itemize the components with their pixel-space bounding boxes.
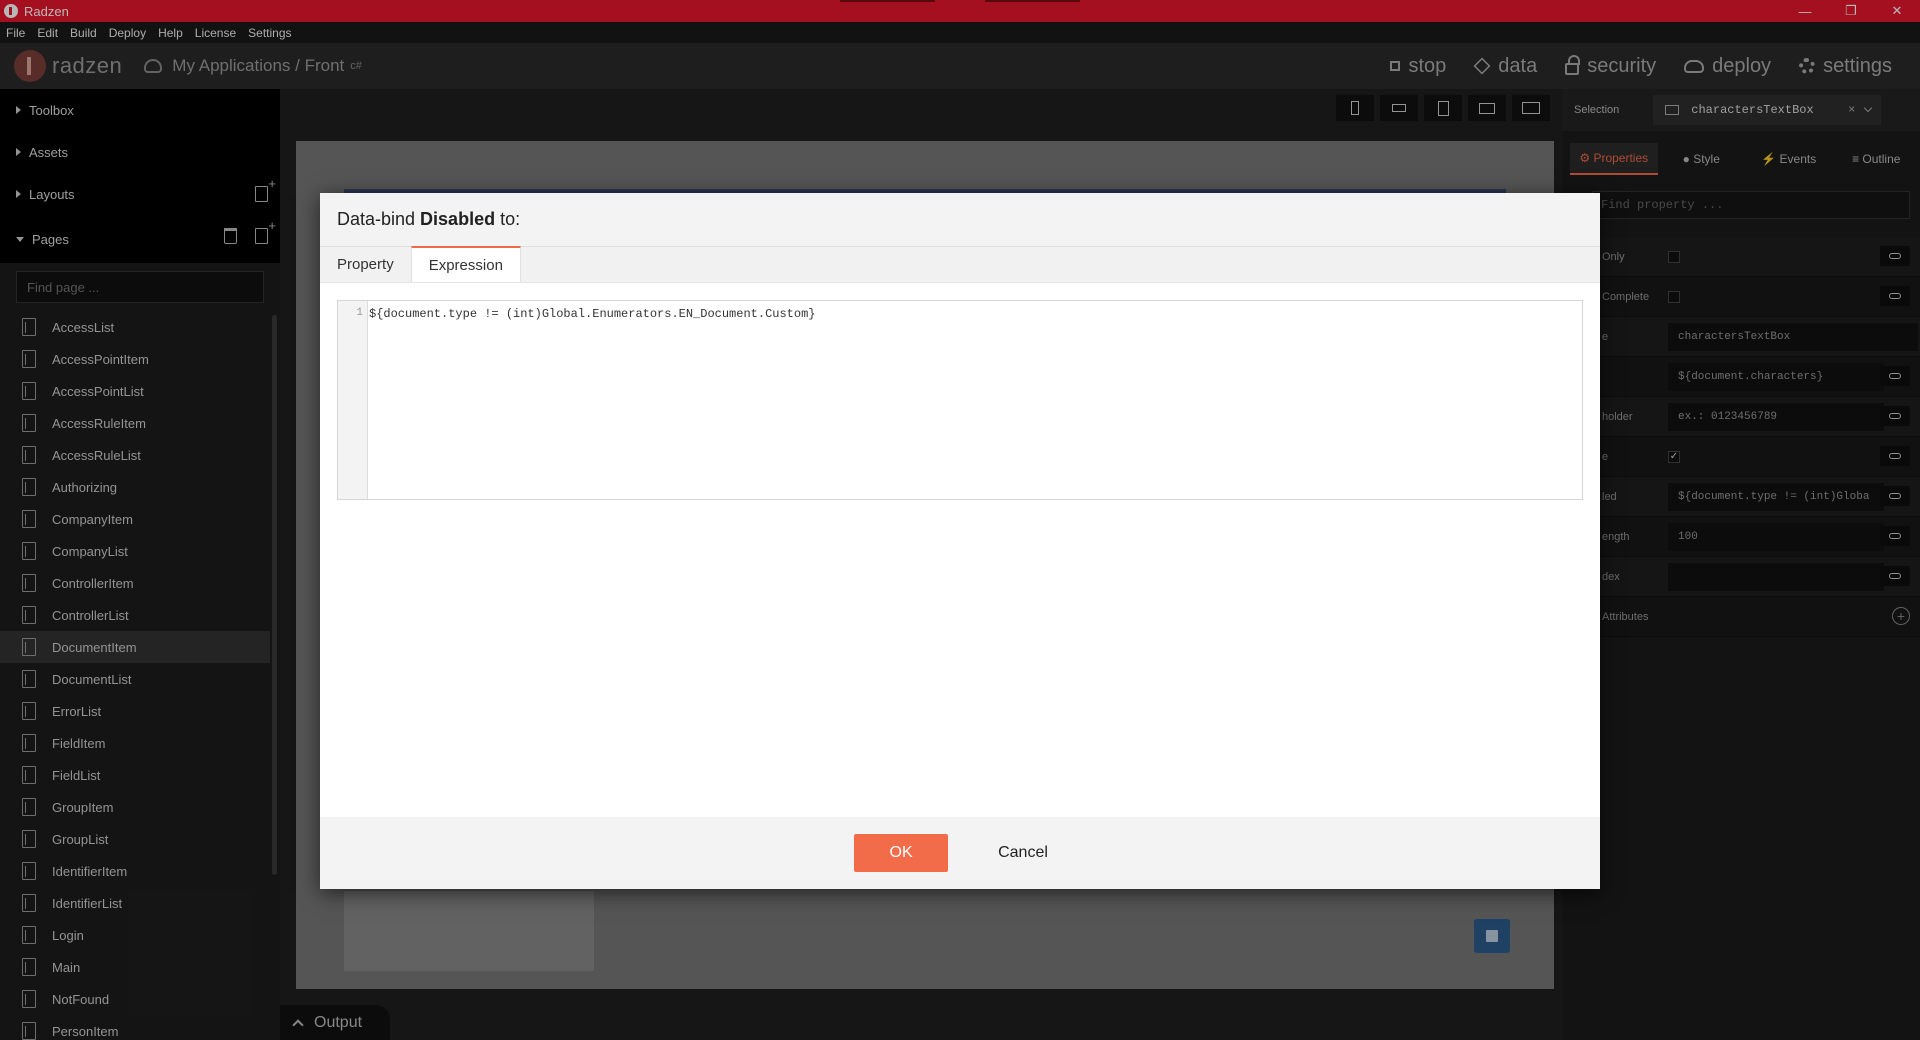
dialog-title: Data-bind Disabled to: bbox=[320, 193, 1600, 247]
expression-code[interactable]: ${document.type != (int)Global.Enumerato… bbox=[369, 307, 815, 321]
dialog-tabs: Property Expression bbox=[320, 246, 1600, 283]
tab-expression[interactable]: Expression bbox=[410, 246, 521, 282]
dialog-title-suffix: to: bbox=[500, 209, 521, 229]
tab-property[interactable]: Property bbox=[320, 246, 411, 282]
expression-editor[interactable]: 1 ${document.type != (int)Global.Enumera… bbox=[337, 300, 1583, 500]
cancel-button[interactable]: Cancel bbox=[980, 836, 1066, 870]
dialog-footer: OK Cancel bbox=[320, 817, 1600, 889]
ok-button[interactable]: OK bbox=[854, 834, 949, 872]
line-number: 1 bbox=[338, 301, 368, 499]
dialog-title-prefix: Data-bind bbox=[337, 209, 416, 229]
data-bind-dialog: Data-bind Disabled to: Property Expressi… bbox=[320, 193, 1600, 889]
dialog-title-property: Disabled bbox=[420, 209, 496, 229]
